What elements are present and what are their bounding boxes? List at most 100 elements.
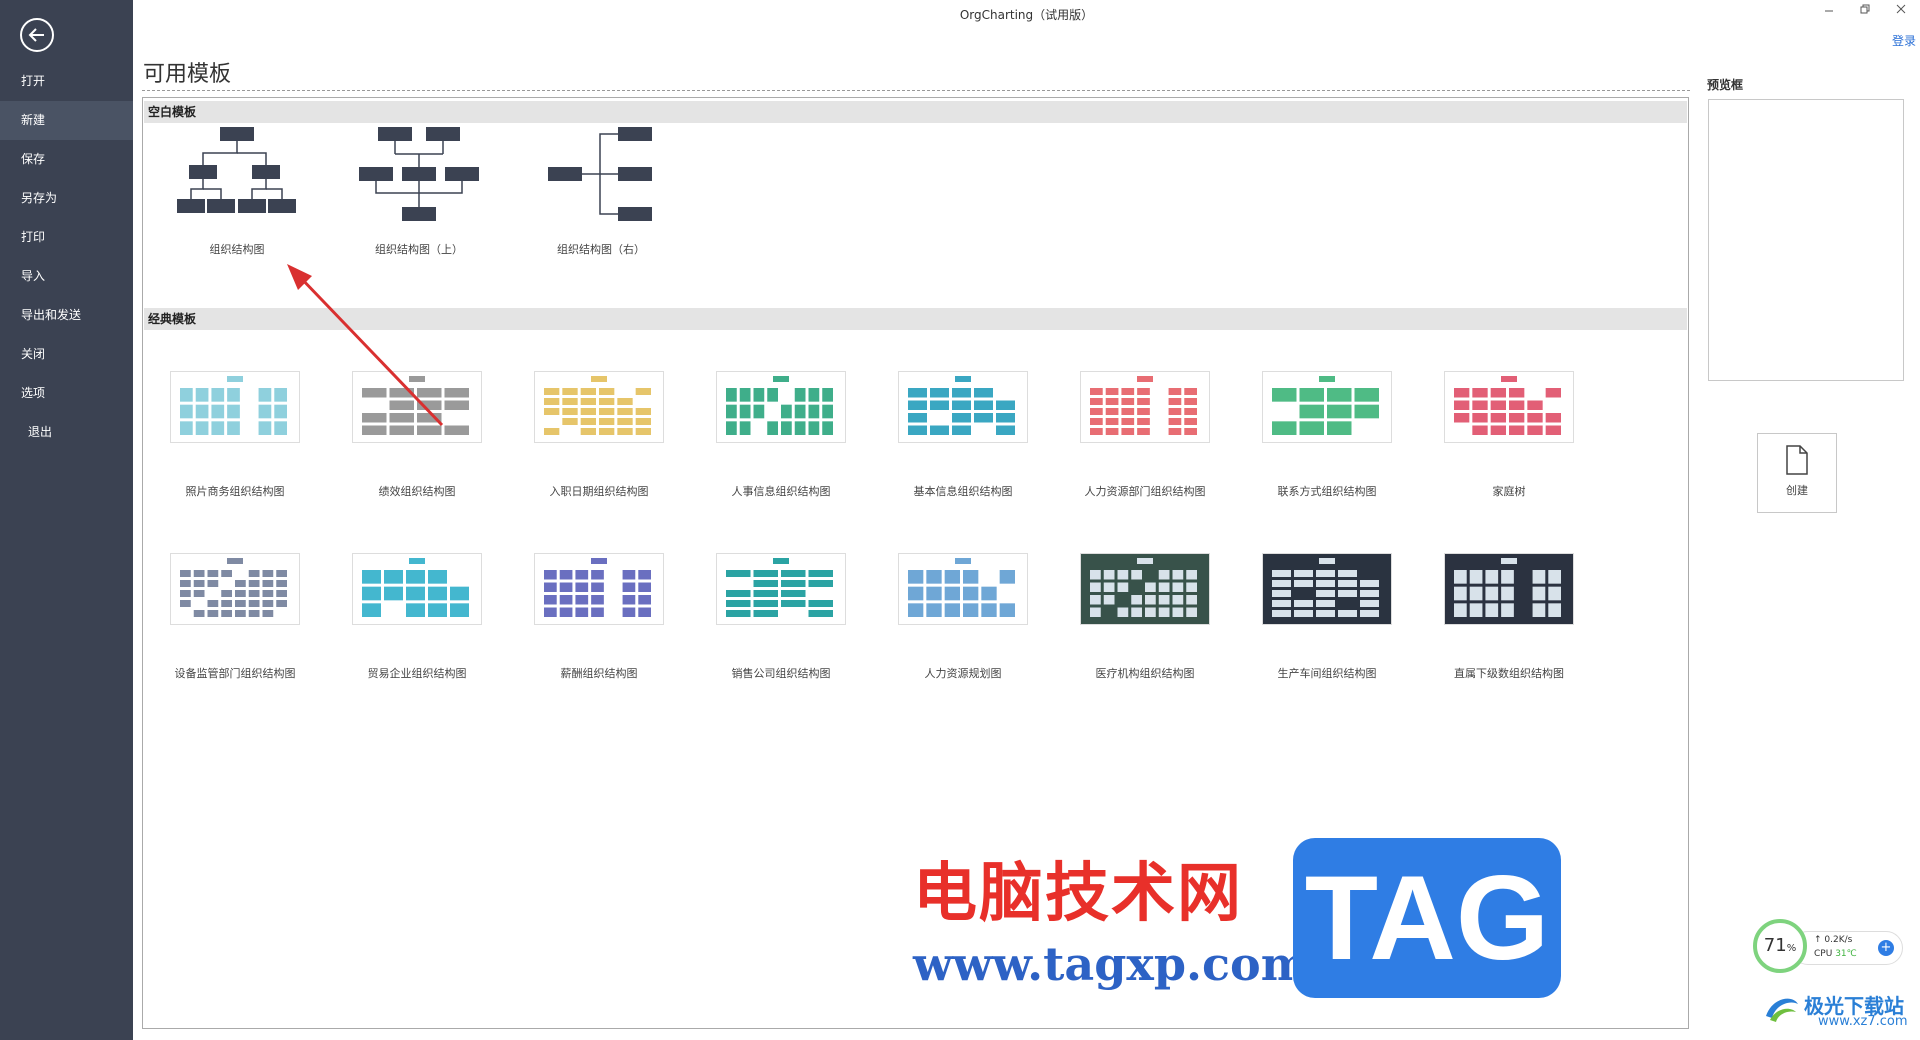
thumbnail-node (258, 404, 272, 419)
watermark-tag-logo: TAG (1293, 838, 1561, 998)
thumbnail-node (996, 413, 1015, 423)
thumbnail-node (227, 404, 240, 419)
blank-template-org-right[interactable]: 组织结构图（右） (521, 127, 681, 257)
thumbnail-node (1548, 586, 1561, 601)
thumbnail-node (591, 376, 607, 382)
thumbnail-node (562, 408, 578, 415)
menu-options[interactable]: 选项 (0, 374, 133, 413)
menu-open[interactable]: 打开 (0, 62, 133, 101)
thumbnail-node (1294, 610, 1313, 617)
template-label: 基本信息组织结构图 (913, 485, 1013, 498)
thumbnail-node (808, 421, 820, 435)
thumbnail-node (739, 404, 751, 419)
create-button[interactable]: 创建 (1757, 433, 1837, 513)
blank-template-org[interactable]: 组织结构图 (157, 127, 317, 257)
thumbnail-node (1105, 428, 1119, 435)
thumbnail-node (444, 425, 469, 435)
close-button[interactable] (1888, 4, 1914, 20)
thumbnail-node (952, 400, 971, 410)
thumbnail-node (926, 586, 942, 601)
minimize-button[interactable] (1816, 4, 1842, 20)
thumbnail-node (193, 610, 205, 617)
menu-save-as[interactable]: 另存为 (0, 179, 133, 218)
thumbnail-chart (535, 554, 663, 624)
thumbnail-node (1454, 586, 1467, 601)
thumbnail-node (193, 580, 205, 587)
plus-icon[interactable]: + (1878, 940, 1894, 956)
new-document-icon (1786, 445, 1808, 475)
thumbnail-node (1105, 418, 1119, 425)
thumbnail-node (406, 603, 425, 617)
menu-import[interactable]: 导入 (0, 257, 133, 296)
thumbnail-node (428, 586, 447, 601)
thumbnail-node (753, 610, 778, 617)
thumbnail-node (1509, 413, 1525, 423)
thumbnail-node (1527, 413, 1543, 423)
blank-template-label: 组织结构图 (209, 243, 265, 256)
thumbnail-node (1103, 570, 1115, 580)
template-label: 人力资源规划图 (924, 667, 1002, 680)
template-thumbnail (534, 553, 664, 625)
arrow-left-icon (28, 28, 44, 42)
thumbnail-node (1137, 376, 1153, 382)
menu-save[interactable]: 保存 (0, 140, 133, 179)
menu-close[interactable]: 关闭 (0, 335, 133, 374)
thumbnail-node (1090, 607, 1101, 617)
thumbnail-node (753, 570, 778, 577)
thumbnail-node (580, 418, 596, 425)
thumbnail-node (1454, 413, 1470, 423)
thumbnail-node (406, 570, 425, 584)
thumbnail-node (781, 404, 792, 419)
thumbnail-node (739, 388, 751, 402)
thumbnail-node (617, 398, 633, 405)
blank-template-org-top[interactable]: 组织结构图（上） (339, 127, 499, 257)
template-thumbnail (716, 371, 846, 443)
thumbnail-node (1158, 595, 1170, 605)
thumbnail-node (767, 388, 778, 402)
thumbnail-node (227, 376, 243, 382)
thumbnail-node (1490, 425, 1506, 435)
thumbnail-node (1117, 570, 1129, 580)
thumbnail-node (1168, 428, 1182, 435)
thumbnail-node (417, 400, 442, 410)
thumbnail-node (409, 376, 425, 382)
menu-new[interactable]: 新建 (0, 101, 133, 140)
login-link[interactable]: 登录 (1892, 32, 1916, 49)
thumbnail-node (258, 421, 272, 435)
thumbnail-node (221, 570, 232, 577)
thumbnail-node (926, 603, 942, 617)
thumbnail-node (808, 404, 820, 419)
thumbnail-node (221, 590, 232, 597)
thumbnail-chart (1263, 372, 1391, 442)
template-thumbnail (170, 553, 300, 625)
aurora-logo-icon (1766, 998, 1798, 1022)
thumbnail-node (1509, 400, 1525, 410)
thumbnail-node (908, 570, 924, 584)
thumbnail-node (180, 580, 191, 587)
org-chart-top-icon (359, 127, 479, 221)
thumbnail-node (211, 421, 225, 435)
thumbnail-node (362, 586, 381, 601)
thumbnail-node (180, 388, 193, 402)
thumbnail-node (180, 421, 193, 435)
thumbnail-node (591, 558, 607, 564)
menu-export-send[interactable]: 导出和发送 (0, 296, 133, 335)
thumbnail-node (591, 607, 604, 617)
thumbnail-node (235, 600, 246, 607)
thumbnail-node (794, 388, 806, 402)
thumbnail-node (1485, 586, 1499, 601)
back-button[interactable] (20, 18, 54, 52)
window-title: OrgCharting（试用版） (959, 8, 1094, 22)
thumbnail-node (1490, 413, 1506, 423)
template-label: 人事信息组织结构图 (731, 485, 831, 498)
thumbnail-node (1490, 388, 1506, 398)
system-monitor-widget[interactable]: ↑ 0.2K/s CPU 31℃ + 71% (1753, 919, 1903, 979)
menu-print[interactable]: 打印 (0, 218, 133, 257)
thumbnail-node (908, 413, 927, 423)
thumbnail-node (262, 600, 274, 607)
thumbnail-node (1501, 570, 1514, 584)
thumbnail-node (389, 400, 414, 410)
restore-button[interactable] (1852, 4, 1878, 20)
thumbnail-node (753, 388, 765, 402)
menu-exit[interactable]: 退出 (0, 413, 133, 452)
